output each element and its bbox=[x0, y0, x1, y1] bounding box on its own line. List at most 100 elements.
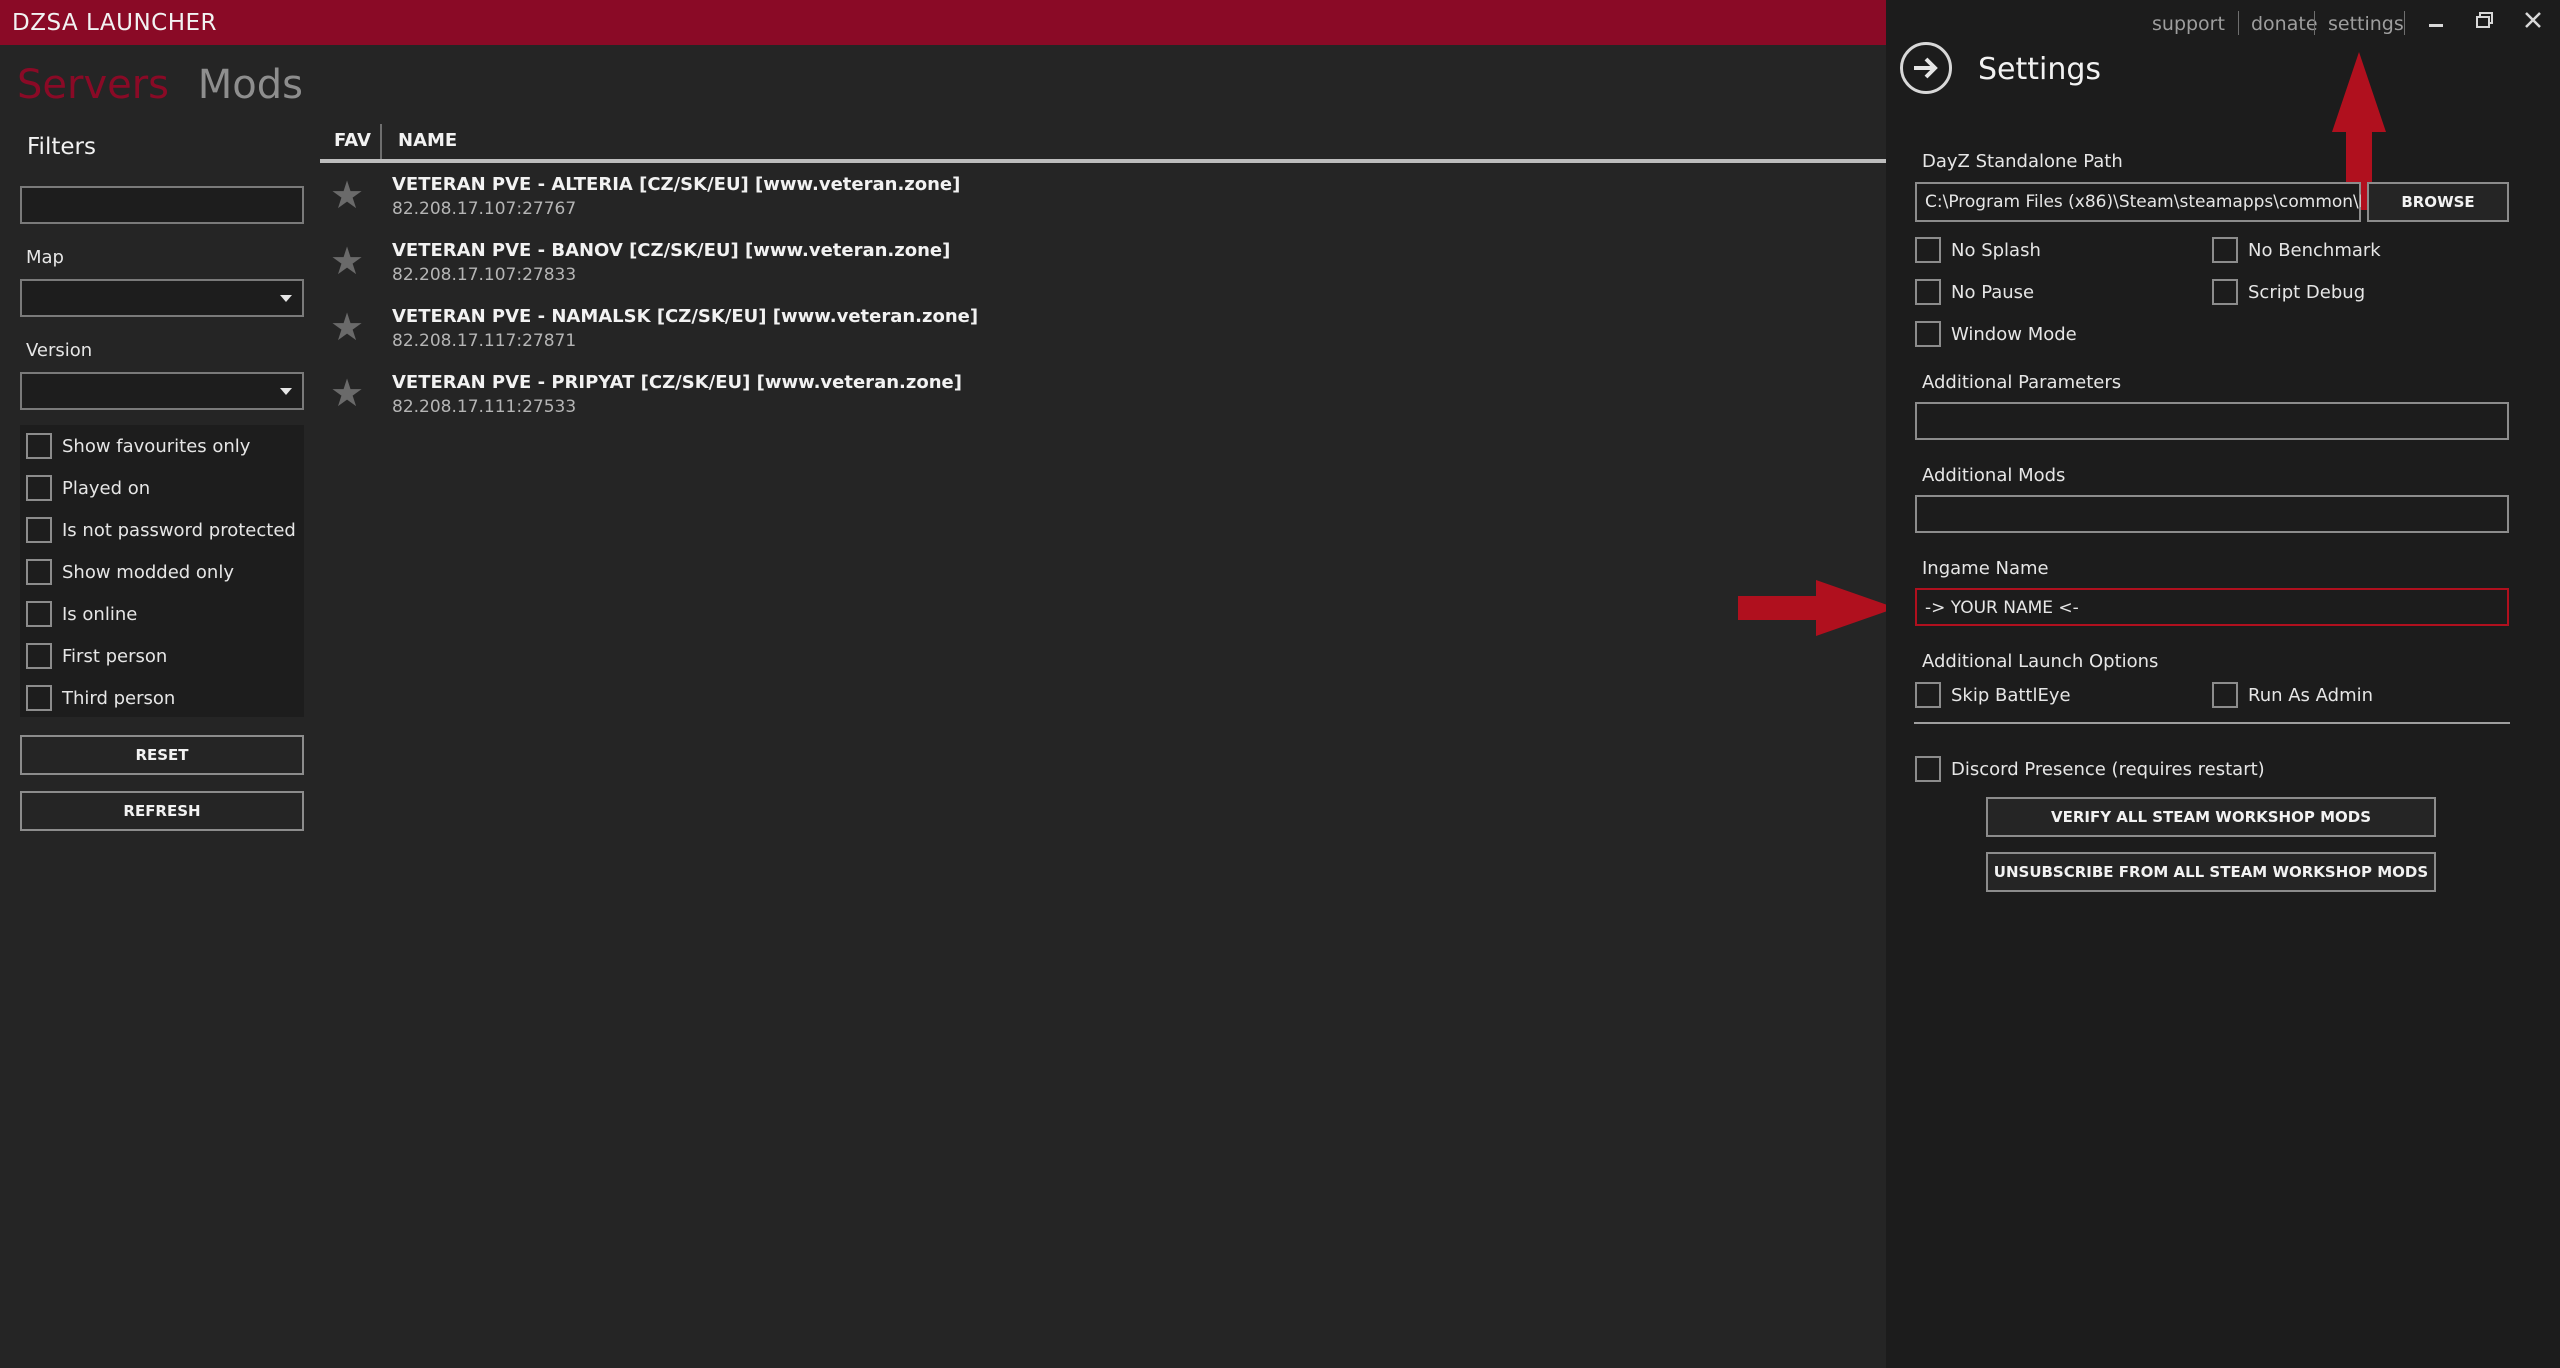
star-icon[interactable]: ★ bbox=[330, 308, 364, 346]
settings-link[interactable]: settings bbox=[2328, 13, 2404, 35]
server-row[interactable]: ★ VETERAN PVE - ALTERIA [CZ/SK/EU] [www.… bbox=[320, 166, 1886, 232]
star-icon[interactable]: ★ bbox=[330, 242, 364, 280]
star-icon[interactable]: ★ bbox=[330, 176, 364, 214]
map-label: Map bbox=[26, 247, 64, 268]
tab-servers[interactable]: Servers bbox=[17, 62, 169, 108]
option-no-benchmark[interactable]: No Benchmark bbox=[2212, 236, 2381, 264]
arrow-right-icon bbox=[1914, 57, 1938, 79]
filter-not-password-protected[interactable]: Is not password protected bbox=[26, 515, 296, 545]
filter-checkbox-list: Show favourites only Played on Is not pa… bbox=[20, 425, 304, 717]
checkbox-label: No Splash bbox=[1951, 239, 2041, 261]
divider bbox=[1914, 722, 2510, 724]
server-address: 82.208.17.107:27767 bbox=[392, 199, 577, 219]
back-arrow-button[interactable] bbox=[1900, 42, 1952, 94]
filter-show-favourites[interactable]: Show favourites only bbox=[26, 431, 250, 461]
server-name: VETERAN PVE - BANOV [CZ/SK/EU] [www.vete… bbox=[392, 240, 951, 261]
dayz-path-value: C:\Program Files (x86)\Steam\steamapps\c… bbox=[1925, 192, 2361, 212]
checkbox-label: No Pause bbox=[1951, 281, 2035, 303]
checkbox[interactable] bbox=[1915, 756, 1941, 782]
chevron-down-icon bbox=[280, 388, 292, 395]
option-script-debug[interactable]: Script Debug bbox=[2212, 278, 2365, 306]
reset-button[interactable]: RESET bbox=[20, 735, 304, 775]
option-skip-battleye[interactable]: Skip BattlEye bbox=[1915, 681, 2071, 709]
additional-mods-label: Additional Mods bbox=[1922, 465, 2066, 486]
server-address: 82.208.17.107:27833 bbox=[392, 265, 577, 285]
path-label: DayZ Standalone Path bbox=[1922, 151, 2123, 172]
unsubscribe-mods-button[interactable]: UNSUBSCRIBE FROM ALL STEAM WORKSHOP MODS bbox=[1986, 852, 2436, 892]
checkbox-label: First person bbox=[62, 645, 168, 667]
option-no-splash[interactable]: No Splash bbox=[1915, 236, 2041, 264]
refresh-button[interactable]: REFRESH bbox=[20, 791, 304, 831]
filter-show-modded[interactable]: Show modded only bbox=[26, 557, 234, 587]
checkbox[interactable] bbox=[1915, 237, 1941, 263]
filter-first-person[interactable]: First person bbox=[26, 641, 167, 671]
link-divider bbox=[2404, 11, 2405, 35]
filter-search-input[interactable] bbox=[20, 186, 304, 224]
close-icon[interactable] bbox=[2524, 8, 2542, 38]
browse-button[interactable]: BROWSE bbox=[2367, 182, 2509, 222]
version-dropdown[interactable] bbox=[20, 372, 304, 410]
checkbox[interactable] bbox=[26, 559, 52, 585]
column-header-name[interactable]: NAME bbox=[398, 130, 457, 151]
server-row[interactable]: ★ VETERAN PVE - PRIPYAT [CZ/SK/EU] [www.… bbox=[320, 364, 1886, 430]
server-name: VETERAN PVE - NAMALSK [CZ/SK/EU] [www.ve… bbox=[392, 306, 979, 327]
settings-panel: support donate settings Settings DayZ St… bbox=[1886, 0, 2560, 1368]
checkbox[interactable] bbox=[2212, 279, 2238, 305]
option-no-pause[interactable]: No Pause bbox=[1915, 278, 2034, 306]
version-label: Version bbox=[26, 340, 93, 361]
link-divider bbox=[2238, 11, 2239, 35]
main-tabs: Servers Mods bbox=[17, 62, 303, 108]
checkbox[interactable] bbox=[2212, 237, 2238, 263]
checkbox-label: Discord Presence (requires restart) bbox=[1951, 758, 2265, 780]
checkbox[interactable] bbox=[26, 643, 52, 669]
verify-mods-button[interactable]: VERIFY ALL STEAM WORKSHOP MODS bbox=[1986, 797, 2436, 837]
server-address: 82.208.17.111:27533 bbox=[392, 397, 577, 417]
column-divider bbox=[380, 124, 382, 160]
server-name: VETERAN PVE - ALTERIA [CZ/SK/EU] [www.ve… bbox=[392, 174, 961, 195]
checkbox[interactable] bbox=[26, 601, 52, 627]
tab-mods[interactable]: Mods bbox=[198, 62, 303, 108]
settings-title: Settings bbox=[1978, 52, 2102, 87]
checkbox-label: Window Mode bbox=[1951, 323, 2077, 345]
option-window-mode[interactable]: Window Mode bbox=[1915, 320, 2077, 348]
checkbox-label: No Benchmark bbox=[2248, 239, 2381, 261]
minimize-icon[interactable] bbox=[2428, 8, 2444, 38]
chevron-down-icon bbox=[280, 295, 292, 302]
map-dropdown[interactable] bbox=[20, 279, 304, 317]
checkbox-label: Show favourites only bbox=[62, 435, 251, 457]
checkbox[interactable] bbox=[26, 475, 52, 501]
title-bar: DZSA LAUNCHER bbox=[0, 0, 1886, 45]
filter-third-person[interactable]: Third person bbox=[26, 683, 175, 713]
header-divider bbox=[320, 159, 1886, 163]
additional-mods-input[interactable] bbox=[1915, 495, 2509, 533]
link-divider bbox=[2314, 11, 2315, 35]
dayz-path-input[interactable]: C:\Program Files (x86)\Steam\steamapps\c… bbox=[1915, 182, 2361, 222]
checkbox-label: Is not password protected bbox=[62, 519, 296, 541]
filter-is-online[interactable]: Is online bbox=[26, 599, 137, 629]
donate-link[interactable]: donate bbox=[2251, 13, 2318, 35]
checkbox[interactable] bbox=[1915, 682, 1941, 708]
checkbox-label: Skip BattlEye bbox=[1951, 684, 2071, 706]
restore-icon[interactable] bbox=[2476, 8, 2494, 38]
checkbox[interactable] bbox=[1915, 279, 1941, 305]
filter-played-on[interactable]: Played on bbox=[26, 473, 150, 503]
option-run-as-admin[interactable]: Run As Admin bbox=[2212, 681, 2373, 709]
column-header-fav[interactable]: FAV bbox=[334, 130, 371, 151]
filters-title: Filters bbox=[27, 134, 96, 160]
star-icon[interactable]: ★ bbox=[330, 374, 364, 412]
checkbox-label: Show modded only bbox=[62, 561, 234, 583]
server-row[interactable]: ★ VETERAN PVE - NAMALSK [CZ/SK/EU] [www.… bbox=[320, 298, 1886, 364]
checkbox[interactable] bbox=[26, 685, 52, 711]
app-title: DZSA LAUNCHER bbox=[12, 10, 218, 36]
server-row[interactable]: ★ VETERAN PVE - BANOV [CZ/SK/EU] [www.ve… bbox=[320, 232, 1886, 298]
checkbox[interactable] bbox=[2212, 682, 2238, 708]
additional-parameters-input[interactable] bbox=[1915, 402, 2509, 440]
ingame-name-input[interactable]: -> YOUR NAME <- bbox=[1915, 588, 2509, 626]
support-link[interactable]: support bbox=[2152, 13, 2225, 35]
checkbox[interactable] bbox=[26, 517, 52, 543]
checkbox[interactable] bbox=[1915, 321, 1941, 347]
checkbox-label: Run As Admin bbox=[2248, 684, 2374, 706]
server-name: VETERAN PVE - PRIPYAT [CZ/SK/EU] [www.ve… bbox=[392, 372, 962, 393]
checkbox[interactable] bbox=[26, 433, 52, 459]
option-discord-presence[interactable]: Discord Presence (requires restart) bbox=[1915, 755, 2265, 783]
